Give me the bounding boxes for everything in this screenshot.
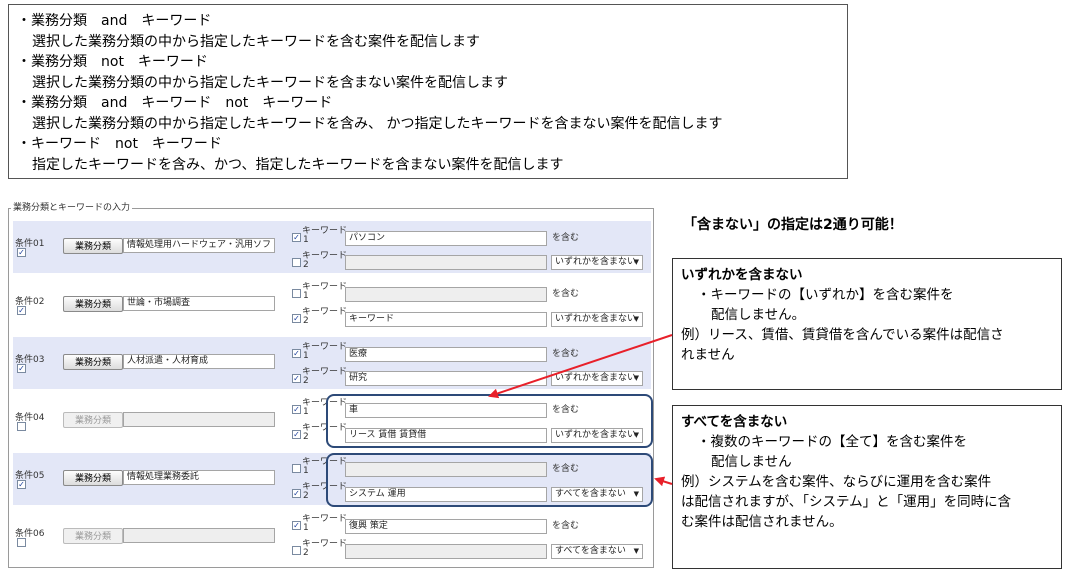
arrow-to-any-row bbox=[488, 334, 673, 399]
arrow-to-all-row bbox=[654, 476, 673, 487]
callout-arrows bbox=[488, 334, 673, 487]
